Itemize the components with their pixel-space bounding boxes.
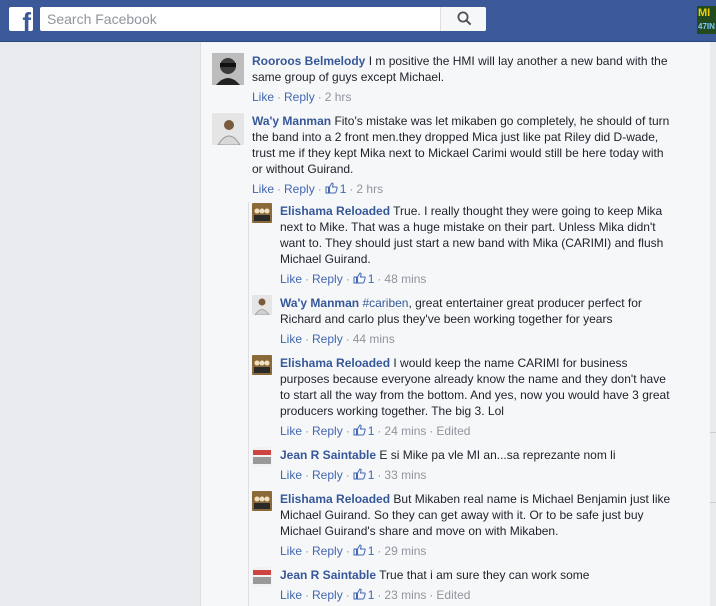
comment-author[interactable]: Elishama Reloaded <box>280 356 390 370</box>
avatar[interactable] <box>212 113 244 145</box>
timestamp[interactable]: 24 mins <box>384 424 426 438</box>
top-navigation-bar: f MI 47IN <box>0 0 716 42</box>
comment-text: Wa'y Manman #cariben, great entertainer … <box>280 296 642 326</box>
edited-label[interactable]: Edited <box>436 588 470 602</box>
comment-author[interactable]: Jean R Saintable <box>280 448 376 462</box>
like-link[interactable]: Like <box>280 468 302 482</box>
thumbs-up-icon <box>353 424 366 436</box>
thumbs-up-icon <box>353 272 366 284</box>
comment-actions: Like · Reply · 1 · 23 mins · Edited <box>280 588 471 602</box>
like-link[interactable]: Like <box>280 332 302 346</box>
comment-actions: Like · Reply · 1 · 2 hrs <box>252 182 384 196</box>
reply-link[interactable]: Reply <box>312 588 343 602</box>
thumbs-up-icon <box>353 544 366 556</box>
divider <box>710 502 716 503</box>
avatar[interactable] <box>212 53 244 85</box>
comment-text: Jean R Saintable E si Mike pa vle MI an.… <box>280 448 616 462</box>
like-link[interactable]: Like <box>252 90 274 104</box>
search-input[interactable] <box>40 7 450 31</box>
comment-text: Elishama Reloaded I would keep the name … <box>280 356 670 418</box>
like-link[interactable]: Like <box>280 588 302 602</box>
avatar[interactable] <box>252 447 272 467</box>
reply-link[interactable]: Reply <box>312 332 343 346</box>
timestamp[interactable]: 44 mins <box>353 332 395 346</box>
comment-text: Jean R Saintable True that i am sure the… <box>280 568 590 582</box>
like-link[interactable]: Like <box>280 544 302 558</box>
page-badge[interactable]: MI 47IN <box>697 6 716 34</box>
timestamp[interactable]: 29 mins <box>384 544 426 558</box>
comment-author[interactable]: Elishama Reloaded <box>280 204 390 218</box>
timestamp[interactable]: 2 hrs <box>356 182 383 196</box>
comment-author[interactable]: Rooroos Belmelody <box>252 54 365 68</box>
divider <box>710 432 716 433</box>
thumbs-up-icon <box>325 182 338 194</box>
search-button[interactable] <box>440 7 486 31</box>
reply-link[interactable]: Reply <box>284 182 315 196</box>
like-link[interactable]: Like <box>280 272 302 286</box>
reply-link[interactable]: Reply <box>312 424 343 438</box>
timestamp[interactable]: 23 mins <box>384 588 426 602</box>
avatar[interactable] <box>252 203 272 223</box>
reply-link[interactable]: Reply <box>312 544 343 558</box>
avatar[interactable] <box>252 567 272 587</box>
comment-actions: Like · Reply · 1 · 29 mins <box>280 544 427 558</box>
facebook-logo-icon[interactable]: f <box>9 7 33 31</box>
search-icon <box>457 11 472 26</box>
reply-link[interactable]: Reply <box>312 272 343 286</box>
comment-actions: Like · Reply · 1 · 33 mins <box>280 468 427 482</box>
thumbs-up-icon <box>353 468 366 480</box>
reply-thread-line <box>248 202 249 606</box>
comment-actions: Like · Reply · 44 mins <box>280 332 395 346</box>
search-box <box>40 7 486 31</box>
comment-actions: Like · Reply · 2 hrs <box>252 90 352 104</box>
page-edge <box>710 42 716 606</box>
comment-actions: Like · Reply · 1 · 24 mins · Edited <box>280 424 471 438</box>
comment-text: Wa'y Manman Fito's mistake was let mikab… <box>252 114 670 176</box>
avatar[interactable] <box>252 491 272 511</box>
reply-link[interactable]: Reply <box>284 90 315 104</box>
hashtag-link[interactable]: #cariben <box>362 296 408 310</box>
timestamp[interactable]: 33 mins <box>384 468 426 482</box>
reply-link[interactable]: Reply <box>312 468 343 482</box>
thumbs-up-icon <box>353 588 366 600</box>
avatar[interactable] <box>252 295 272 315</box>
comment-actions: Like · Reply · 1 · 48 mins <box>280 272 427 286</box>
comment-author[interactable]: Wa'y Manman <box>252 114 331 128</box>
comment-author[interactable]: Wa'y Manman <box>280 296 359 310</box>
comment-text: Elishama Reloaded But Mikaben real name … <box>280 492 671 538</box>
timestamp[interactable]: 48 mins <box>384 272 426 286</box>
timestamp[interactable]: 2 hrs <box>325 90 352 104</box>
comment-author[interactable]: Jean R Saintable <box>280 568 376 582</box>
comment-text: Rooroos Belmelody I m positive the HMI w… <box>252 54 668 84</box>
edited-label[interactable]: Edited <box>436 424 470 438</box>
like-link[interactable]: Like <box>252 182 274 196</box>
comment-author[interactable]: Elishama Reloaded <box>280 492 390 506</box>
comment-text: Elishama Reloaded True. I really thought… <box>280 204 664 266</box>
like-link[interactable]: Like <box>280 424 302 438</box>
avatar[interactable] <box>252 355 272 375</box>
